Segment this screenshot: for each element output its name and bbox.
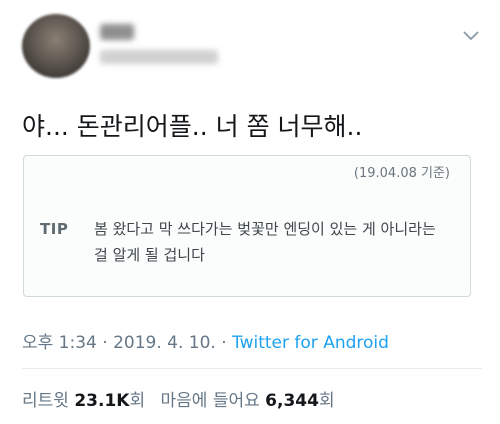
retweets-unit: 회 — [129, 391, 146, 411]
attached-card[interactable]: (19.04.08 기준) TIP 봄 왔다고 막 쓰다가는 벚꽃만 엔딩이 있… — [23, 155, 471, 297]
tweet-meta: 오후 1:34 · 2019. 4. 10. · Twitter for And… — [22, 328, 389, 353]
retweets-count[interactable]: 23.1K — [74, 391, 129, 411]
retweets-label[interactable]: 리트윗 — [22, 391, 69, 411]
avatar[interactable] — [22, 14, 90, 78]
likes-unit: 회 — [318, 391, 335, 411]
likes-label[interactable]: 마음에 들어요 — [161, 391, 260, 411]
likes-count[interactable]: 6,344 — [265, 391, 319, 411]
card-date: (19.04.08 기준) — [353, 166, 450, 181]
username-redacted[interactable] — [100, 50, 218, 64]
tweet-time[interactable]: 오후 1:34 — [22, 333, 97, 353]
card-body-text: 봄 왔다고 막 쓰다가는 벚꽃만 엔딩이 있는 게 아니라는 걸 알게 될 겁니… — [94, 220, 436, 264]
tweet-date[interactable]: 2019. 4. 10. — [113, 333, 216, 353]
tweet-stats: 리트윗 23.1K회 마음에 들어요 6,344회 — [22, 386, 335, 411]
divider — [22, 368, 482, 369]
chevron-down-icon[interactable] — [462, 30, 480, 42]
display-name-redacted[interactable] — [100, 24, 134, 40]
meta-separator: · — [215, 333, 233, 353]
meta-separator: · — [96, 333, 114, 353]
tweet-text: 야... 돈관리어플.. 너 쫌 너무해.. — [22, 112, 363, 141]
tweet-source-link[interactable]: Twitter for Android — [232, 333, 389, 353]
card-tip-label: TIP — [40, 220, 69, 238]
